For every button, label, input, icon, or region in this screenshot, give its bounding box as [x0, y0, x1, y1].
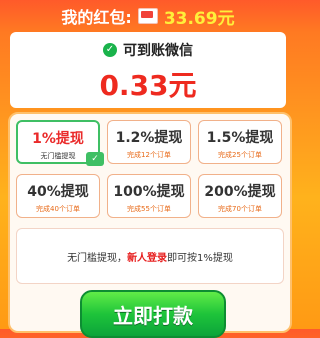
option-title: 100%提现	[113, 184, 185, 200]
option-subtitle: 完成25个订单	[218, 151, 262, 159]
balance-amount: 33.69元	[163, 8, 235, 29]
red-envelope-icon	[137, 8, 158, 24]
option-title: 40%提现	[27, 184, 89, 200]
withdraw-tips: 无门槛提现， 新人登录 即可按1%提现	[16, 228, 284, 284]
option-subtitle: 完成40个订单	[36, 205, 80, 213]
option-subtitle: 完成55个订单	[127, 205, 171, 213]
option-title: 200%提现	[204, 184, 276, 200]
payout-status-row: ✓ 可到账微信	[10, 40, 286, 60]
withdraw-page: 我的红包: 33.69元 ✓ 可到账微信 0.33元 1%提现 无门槛提现 ✓ …	[0, 0, 296, 338]
payout-value: 0.33元	[99, 69, 197, 102]
payout-status-text: 可到账微信	[123, 43, 193, 59]
options-panel: 1%提现 无门槛提现 ✓ 1.2%提现 完成12个订单 1.5%提现 完成25个…	[8, 112, 292, 338]
selected-check-icon: ✓	[86, 152, 104, 166]
balance-header: 我的红包: 33.69元	[0, 0, 296, 32]
withdraw-options-grid: 1%提现 无门槛提现 ✓ 1.2%提现 完成12个订单 1.5%提现 完成25个…	[16, 120, 282, 218]
option-subtitle: 完成12个订单	[127, 151, 171, 159]
tips-pre: 无门槛提现，	[67, 252, 128, 264]
option-subtitle: 完成70个订单	[218, 205, 262, 213]
option-title: 1.5%提现	[206, 130, 274, 146]
option-1-percent[interactable]: 1%提现 无门槛提现 ✓	[16, 120, 104, 166]
tips-post: 即可按1%提现	[167, 252, 233, 264]
option-1-5-percent[interactable]: 1.5%提现 完成25个订单	[198, 120, 282, 164]
tips-highlight: 新人登录	[127, 252, 168, 264]
payout-panel: ✓ 可到账微信 0.33元	[10, 32, 286, 108]
balance-label: 我的红包:	[61, 8, 132, 27]
option-title: 1.2%提现	[115, 130, 183, 146]
pay-now-button[interactable]: 立即打款	[80, 290, 226, 338]
option-40-percent[interactable]: 40%提现 完成40个订单	[16, 174, 100, 218]
option-title: 1%提现	[32, 131, 84, 147]
option-1-2-percent[interactable]: 1.2%提现 完成12个订单	[107, 120, 191, 164]
check-circle-icon: ✓	[103, 43, 117, 57]
option-100-percent[interactable]: 100%提现 完成55个订单	[107, 174, 191, 218]
option-200-percent[interactable]: 200%提现 完成70个订单	[198, 174, 282, 218]
